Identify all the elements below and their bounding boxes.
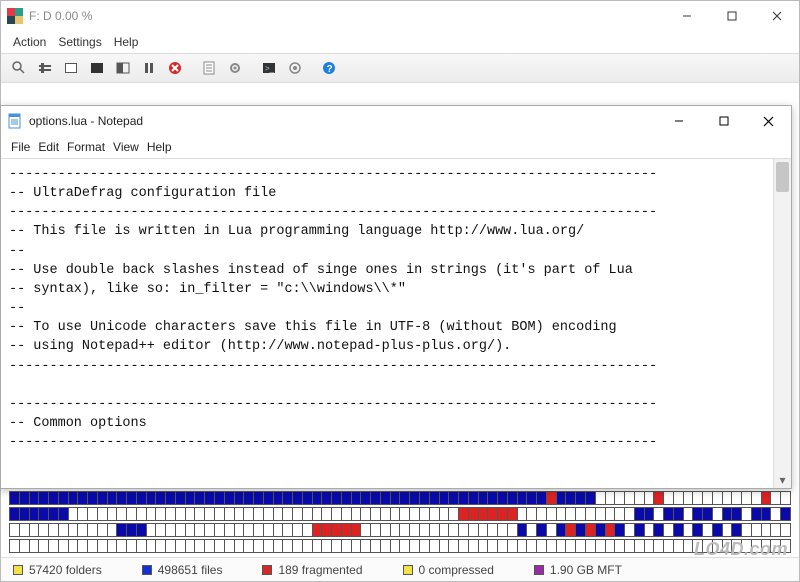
app-icon — [7, 8, 23, 24]
notepad-menu-help[interactable]: Help — [145, 140, 174, 154]
maximize-button[interactable] — [709, 1, 754, 31]
close-button[interactable] — [754, 1, 799, 31]
notepad-menu-format[interactable]: Format — [65, 140, 107, 154]
main-menubar: Action Settings Help — [1, 31, 799, 53]
notepad-body: ----------------------------------------… — [1, 158, 791, 488]
notepad-title: options.lua - Notepad — [29, 114, 143, 128]
help-icon[interactable]: ? — [317, 57, 341, 79]
main-titlebar: F: D 0.00 % — [1, 1, 799, 31]
notepad-menubar: File Edit Format View Help — [1, 136, 791, 158]
minimize-button[interactable] — [664, 1, 709, 31]
terminal-icon[interactable]: >_ — [257, 57, 281, 79]
notepad-scrollbar[interactable]: ▾ — [773, 159, 791, 488]
status-fragmented: 189 fragmented — [262, 563, 362, 577]
notepad-minimize-button[interactable] — [656, 106, 701, 136]
quickoptimize-icon[interactable] — [111, 57, 135, 79]
main-toolbar: >_ ? — [1, 53, 799, 83]
magnifier-icon[interactable] — [7, 57, 31, 79]
status-files: 498651 files — [142, 563, 223, 577]
notepad-menu-view[interactable]: View — [111, 140, 141, 154]
menu-action[interactable]: Action — [13, 35, 46, 49]
notepad-close-button[interactable] — [746, 106, 791, 136]
notepad-titlebar[interactable]: options.lua - Notepad — [1, 106, 791, 136]
cluster-row — [9, 507, 791, 521]
scrollbar-thumb[interactable] — [776, 162, 789, 192]
notepad-window: options.lua - Notepad File Edit Format V… — [0, 105, 792, 489]
pause-icon[interactable] — [137, 57, 161, 79]
cluster-row — [9, 539, 791, 553]
cluster-row — [9, 523, 791, 537]
menu-settings[interactable]: Settings — [58, 35, 101, 49]
main-title: F: D 0.00 % — [29, 9, 92, 23]
notepad-maximize-button[interactable] — [701, 106, 746, 136]
status-mft: 1.90 GB MFT — [534, 563, 622, 577]
main-window-controls — [664, 1, 799, 31]
status-folders: 57420 folders — [13, 563, 102, 577]
cancel-icon[interactable] — [163, 57, 187, 79]
notepad-textarea[interactable]: ----------------------------------------… — [1, 159, 773, 488]
notepad-window-controls — [656, 106, 791, 136]
notepad-icon — [7, 113, 23, 129]
cluster-row — [9, 491, 791, 505]
fulloptimize-icon[interactable] — [85, 57, 109, 79]
notepad-menu-edit[interactable]: Edit — [36, 140, 61, 154]
watermark: LO4D.com — [694, 539, 788, 560]
script-icon[interactable] — [197, 57, 221, 79]
menu-help[interactable]: Help — [114, 35, 139, 49]
statusbar: 57420 folders 498651 files 189 fragmente… — [1, 557, 799, 581]
defrag-icon[interactable] — [33, 57, 57, 79]
svg-text:?: ? — [327, 64, 333, 75]
scroll-down-icon[interactable]: ▾ — [774, 471, 791, 488]
cogwheel-icon[interactable] — [283, 57, 307, 79]
status-compressed: 0 compressed — [403, 563, 494, 577]
analyze-icon[interactable] — [59, 57, 83, 79]
cluster-map — [1, 487, 799, 557]
svg-text:>_: >_ — [265, 64, 275, 73]
gear-icon[interactable] — [223, 57, 247, 79]
notepad-menu-file[interactable]: File — [9, 140, 32, 154]
